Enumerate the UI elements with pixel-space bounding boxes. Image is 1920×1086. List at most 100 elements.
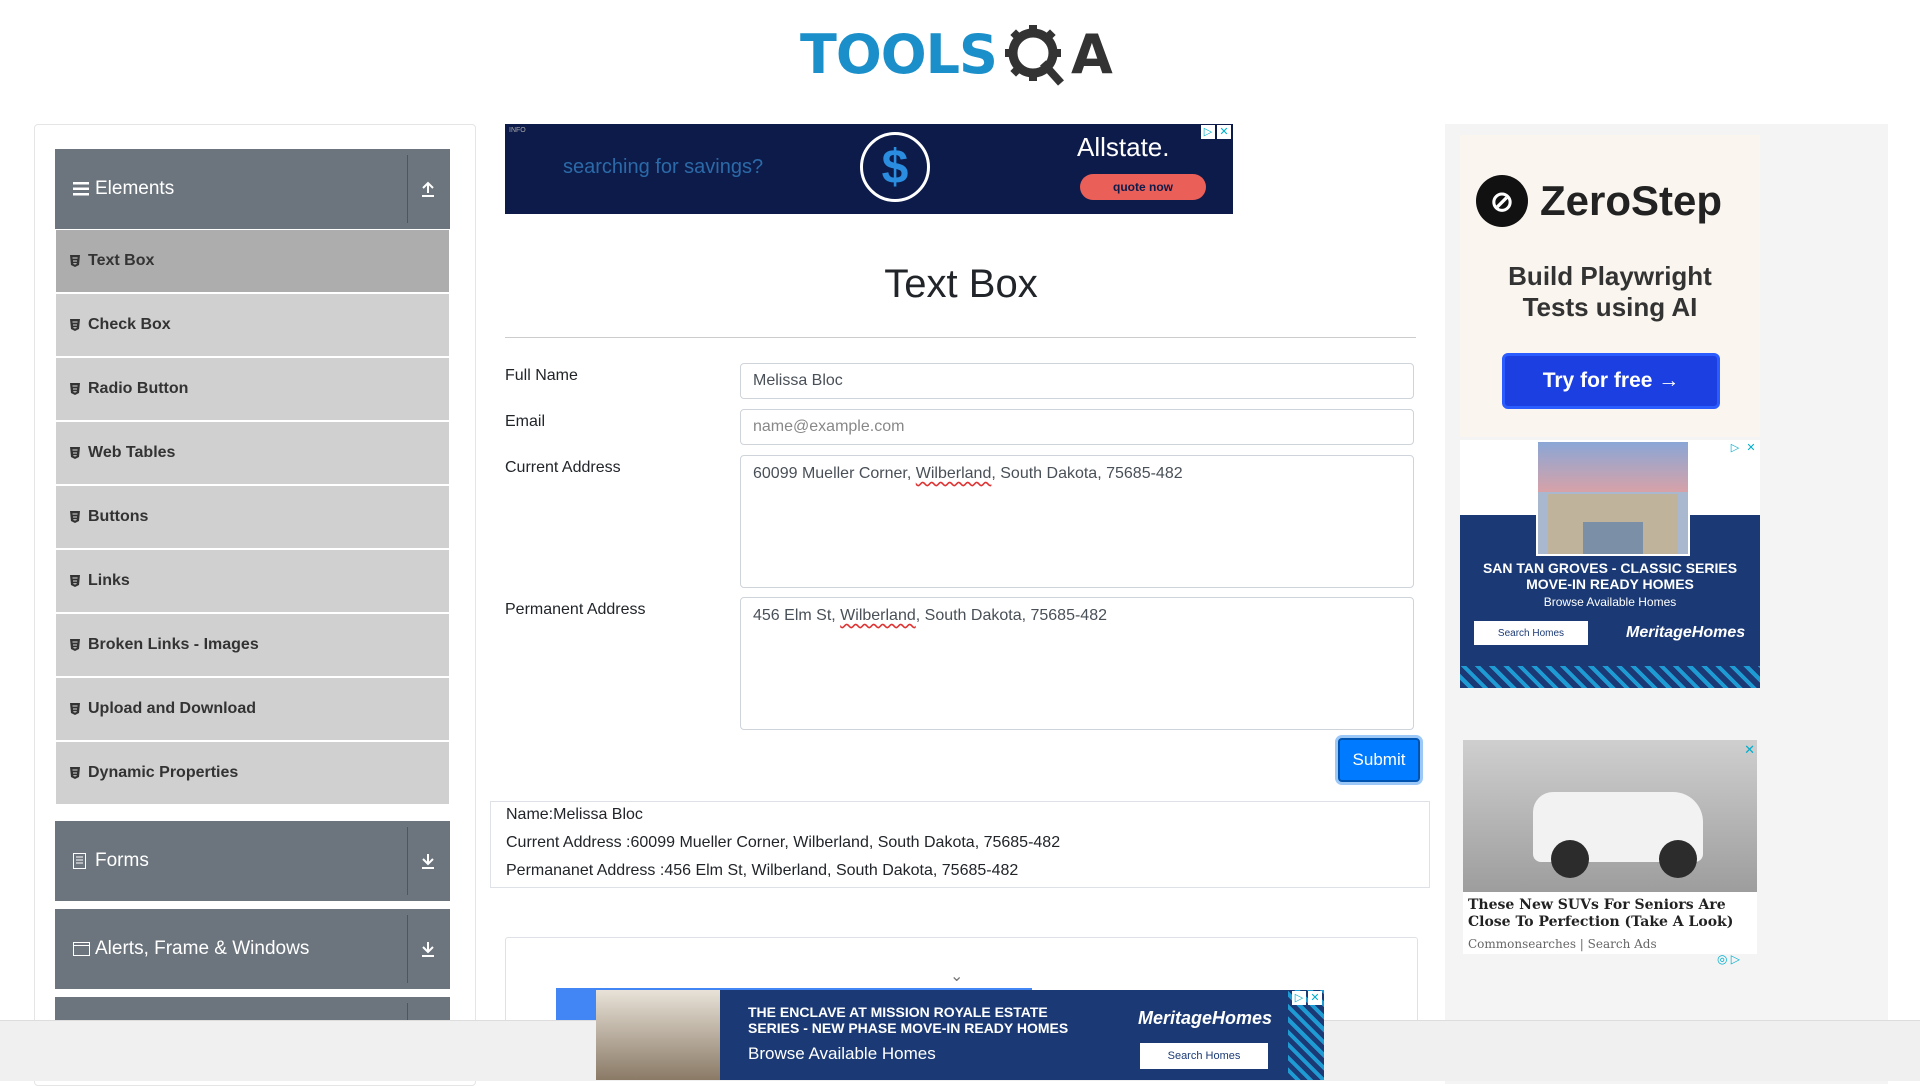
search-homes-button[interactable]: Search Homes <box>1140 1043 1268 1069</box>
html5-icon <box>70 255 82 267</box>
email-label: Email <box>505 413 546 430</box>
suv-wheel <box>1659 840 1697 878</box>
sidebar-item-buttons[interactable]: Buttons <box>56 486 449 548</box>
allstate-logo: Allstate. <box>1077 132 1170 162</box>
sidebar-item-radio-button[interactable]: Radio Button <box>56 358 449 420</box>
close-icon[interactable]: ✕ <box>1744 441 1758 455</box>
adchoices-icon[interactable]: ▷ <box>1201 125 1215 139</box>
current-address-textarea[interactable]: 60099 Mueller Corner, Wilberland, South … <box>740 455 1414 588</box>
ad-source: Commonsearches | Search Ads <box>1468 937 1657 951</box>
group-label: Elements <box>95 178 175 199</box>
expand-down-icon[interactable] <box>414 821 442 901</box>
submit-button[interactable]: Submit <box>1338 738 1420 782</box>
expand-down-icon[interactable] <box>414 909 442 989</box>
group-label: Alerts, Frame & Windows <box>95 938 310 959</box>
address-text: 456 Elm St, <box>753 607 841 624</box>
hamburger-icon <box>73 182 91 196</box>
page-title: Text Box <box>884 262 1038 306</box>
zerostep-ad[interactable]: ⊘ ZeroStep Build Playwright Tests using … <box>1460 135 1760 437</box>
search-homes-button[interactable]: Search Homes <box>1474 621 1588 645</box>
house-image <box>1536 440 1690 556</box>
sidebar-item-text-box[interactable]: Text Box <box>56 230 449 292</box>
output-name: Name:Melissa Bloc <box>506 806 643 823</box>
menu-label: Dynamic Properties <box>88 764 239 781</box>
ad-subline: Browse Available Homes <box>1543 595 1677 609</box>
zerostep-brand: ZeroStep <box>1540 177 1723 224</box>
toolsqa-logo[interactable]: TOOLS A <box>800 14 1113 94</box>
email-input[interactable]: name@example.com <box>740 409 1414 445</box>
html5-icon <box>70 575 82 587</box>
address-text: 60099 Mueller Corner, <box>753 465 916 482</box>
menu-label: Web Tables <box>88 444 176 461</box>
html5-icon <box>70 511 82 523</box>
window-icon <box>73 942 91 956</box>
misspelled-word: Wilberland <box>915 465 992 482</box>
sidebar-item-web-tables[interactable]: Web Tables <box>56 422 449 484</box>
sidebar-item-upload-download[interactable]: Upload and Download <box>56 678 449 740</box>
ad-pattern <box>1460 666 1760 688</box>
current-address-label: Current Address <box>505 459 621 476</box>
tagline-line: Build Playwright <box>1508 261 1712 291</box>
try-for-free-button[interactable]: Try for free → <box>1502 353 1720 409</box>
ad-choices[interactable]: ▷ ✕ <box>1728 441 1758 455</box>
html5-icon <box>70 639 82 651</box>
misspelled-word: Wilberland <box>840 607 916 624</box>
logo-tools-text: TOOLS <box>800 22 998 86</box>
menu-label: Upload and Download <box>88 700 256 717</box>
menu-label: Links <box>88 572 130 589</box>
ad-subline: Browse Available Homes <box>748 1044 936 1063</box>
suv-native-ad[interactable]: ✕ These New SUVs For Seniors Are Close T… <box>1463 740 1757 954</box>
logo-a-text: A <box>1070 22 1113 86</box>
full-name-input[interactable]: Melissa Bloc <box>740 363 1414 399</box>
quote-now-button[interactable]: quote now <box>1080 174 1206 200</box>
ad-choices[interactable]: ▷ ✕ <box>1201 125 1231 139</box>
sky <box>1538 442 1688 492</box>
divider <box>407 155 408 223</box>
sidebar-item-broken-links[interactable]: Broken Links - Images <box>56 614 449 676</box>
kitchen-image <box>596 990 720 1080</box>
adchoices-icon[interactable]: ▷ <box>1292 991 1306 1005</box>
allstate-banner-ad[interactable]: INFO searching for savings? $ Allstate. … <box>505 124 1233 214</box>
ad-info-tag: INFO <box>509 127 526 134</box>
meritage-logo: MeritageHomes <box>1138 1008 1273 1028</box>
zerostep-tagline: Build Playwright Tests using AI <box>1460 261 1760 323</box>
meritage-ad[interactable]: ▷ ✕ SAN TAN GROVES - CLASSIC SERIES MOVE-… <box>1460 440 1760 688</box>
divider <box>407 915 408 983</box>
dollar-icon: $ <box>860 132 930 202</box>
garage-door <box>1583 522 1643 554</box>
close-icon[interactable]: ✕ <box>1217 125 1231 139</box>
logo-qa-text: A <box>1003 21 1113 87</box>
collapse-up-icon[interactable] <box>414 149 442 229</box>
meritage-logo: MeritageHomes <box>1626 624 1746 641</box>
divider <box>505 337 1416 338</box>
adchoices-icon[interactable]: ◎ ▷ <box>1717 952 1740 966</box>
permanent-address-textarea[interactable]: 456 Elm St, Wilberland, South Dakota, 75… <box>740 597 1414 730</box>
ad-choices[interactable]: ▷ ✕ <box>1292 991 1322 1005</box>
ad-headline: SAN TAN GROVES - CLASSIC SERIES MOVE-IN … <box>1460 560 1760 592</box>
output-current-address: Current Address :60099 Mueller Corner, W… <box>506 834 1061 851</box>
output-box: Name:Melissa Bloc Current Address :60099… <box>490 801 1430 888</box>
group-label: Forms <box>95 850 149 871</box>
headline-line: SERIES - NEW PHASE MOVE-IN READY HOMES <box>748 1020 1069 1036</box>
suv-image <box>1463 740 1757 892</box>
suv-wheel <box>1551 840 1589 878</box>
adchoices-icon[interactable]: ▷ <box>1728 441 1742 455</box>
group-alerts-frames-windows[interactable]: Alerts, Frame & Windows <box>55 909 450 989</box>
address-text: , South Dakota, 75685-482 <box>915 607 1107 624</box>
address-text: , South Dakota, 75685-482 <box>991 465 1183 482</box>
zerostep-logo: ⊘ ZeroStep <box>1476 175 1722 227</box>
meritage-bottom-ad[interactable]: THE ENCLAVE AT MISSION ROYALE ESTATE SER… <box>596 990 1324 1080</box>
menu-label: Broken Links - Images <box>88 636 259 653</box>
headline-line: THE ENCLAVE AT MISSION ROYALE ESTATE <box>748 1004 1048 1020</box>
close-icon[interactable]: ✕ <box>1308 991 1322 1005</box>
html5-icon <box>70 447 82 459</box>
html5-icon <box>70 383 82 395</box>
headline-line: MOVE-IN READY HOMES <box>1526 576 1694 592</box>
group-forms[interactable]: Forms <box>55 821 450 901</box>
group-elements[interactable]: Elements <box>55 149 450 229</box>
close-icon[interactable]: ✕ <box>1744 742 1755 758</box>
chevron-down-icon[interactable]: ⌄ <box>950 966 963 986</box>
sidebar-item-check-box[interactable]: Check Box <box>56 294 449 356</box>
sidebar-item-dynamic-properties[interactable]: Dynamic Properties <box>56 742 449 804</box>
sidebar-item-links[interactable]: Links <box>56 550 449 612</box>
